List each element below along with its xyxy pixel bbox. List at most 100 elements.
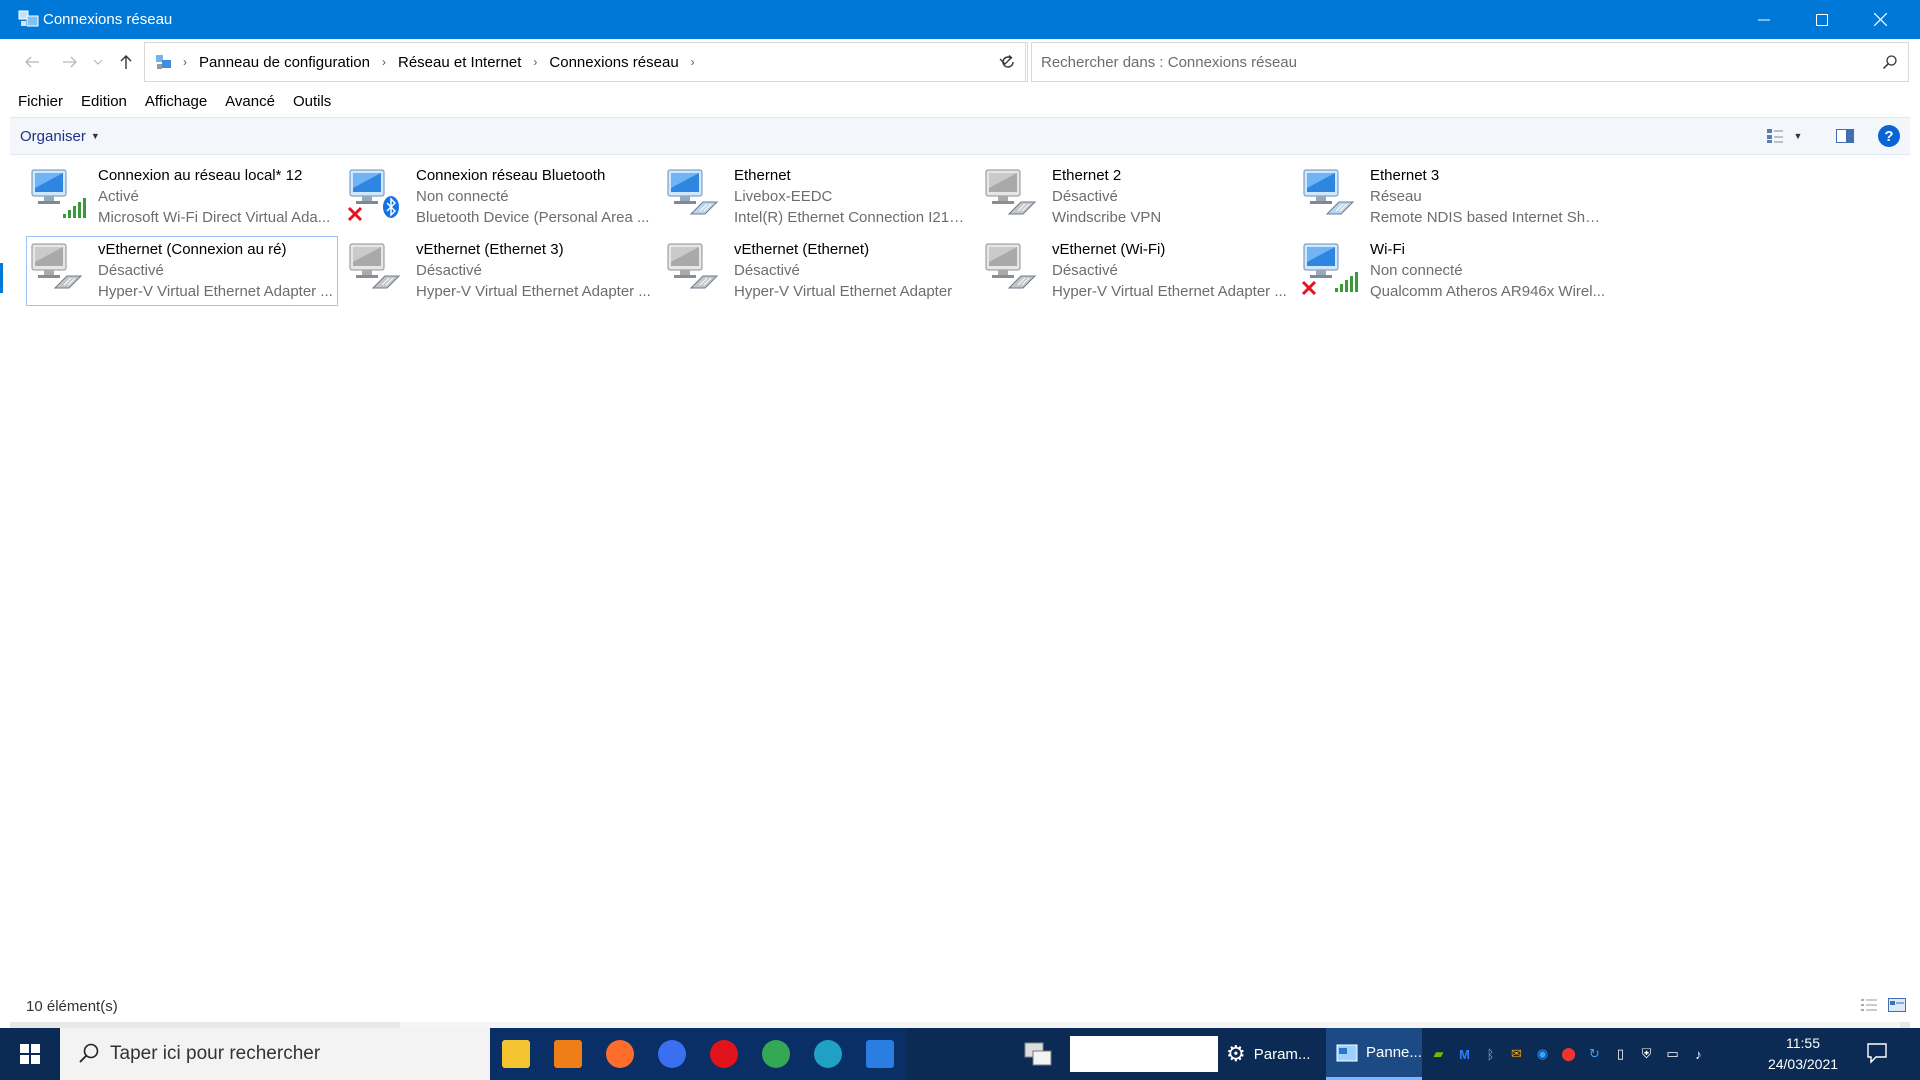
recent-locations-button[interactable]: [90, 50, 106, 74]
taskbar-pinned-app[interactable]: [542, 1028, 594, 1080]
address-bar[interactable]: › Panneau de configuration › Réseau et I…: [144, 42, 1026, 82]
sync-icon[interactable]: ↻: [1586, 1046, 1603, 1063]
taskbar-pinned-app[interactable]: [646, 1028, 698, 1080]
ethernet-adapter-disabled-icon: [667, 243, 719, 289]
network-folder-icon: [156, 55, 171, 69]
chevron-right-icon[interactable]: ›: [687, 55, 699, 69]
connection-tile[interactable]: vEthernet (Wi-Fi) Désactivé Hyper-V Virt…: [980, 236, 1292, 306]
title-bar[interactable]: Connexions réseau: [0, 0, 1920, 39]
up-button[interactable]: [114, 50, 138, 74]
menu-advanced[interactable]: Avancé: [216, 90, 284, 114]
maximize-button[interactable]: [1793, 0, 1851, 39]
connection-tile[interactable]: Connexion au réseau local* 12 Activé Mic…: [26, 162, 338, 232]
close-icon: [1873, 13, 1887, 26]
file-explorer-icon: [502, 1040, 530, 1068]
mail-notify-icon[interactable]: ✉: [1508, 1046, 1525, 1063]
network-status-icon[interactable]: ▭: [1664, 1046, 1681, 1063]
ethernet-adapter-disabled-icon: [349, 243, 401, 289]
taskbar-pinned-app[interactable]: [854, 1028, 906, 1080]
breadcrumb-network-connections[interactable]: Connexions réseau: [541, 54, 686, 71]
taskbar-window-settings-label: Param...: [1253, 1045, 1311, 1063]
taskbar-blank-window[interactable]: [1070, 1036, 1218, 1072]
connection-tile[interactable]: vEthernet (Ethernet) Désactivé Hyper-V V…: [662, 236, 974, 306]
menu-file[interactable]: Fichier: [9, 90, 72, 114]
connection-name: Connexion réseau Bluetooth: [416, 167, 606, 184]
volume-icon[interactable]: ♪: [1690, 1046, 1707, 1063]
connection-name: Connexion au réseau local* 12: [98, 167, 303, 184]
nvidia-icon[interactable]: ▰: [1430, 1046, 1447, 1063]
organise-button[interactable]: Organiser ▼: [20, 118, 100, 154]
taskbar-window-settings[interactable]: ⚙ Param...: [1226, 1028, 1322, 1080]
details-view-icon[interactable]: [1860, 998, 1878, 1012]
connection-tile[interactable]: Ethernet 3 Réseau Remote NDIS based Inte…: [1298, 162, 1610, 232]
refresh-icon: [1001, 54, 1014, 68]
refresh-button[interactable]: [988, 42, 1028, 82]
bluetooth-adapter-icon: [347, 169, 399, 222]
search-box[interactable]: [1031, 42, 1909, 82]
change-view-button[interactable]: [1760, 121, 1790, 151]
address-row: › Panneau de configuration › Réseau et I…: [10, 42, 1910, 82]
taskbar-window-control-panel-label: Panne...: [1366, 1044, 1422, 1061]
connection-name: vEthernet (Ethernet 3): [416, 241, 564, 258]
chevron-right-icon[interactable]: ›: [529, 55, 541, 69]
organise-label: Organiser: [20, 127, 86, 145]
caret-down-icon: ▼: [1793, 131, 1803, 141]
arrow-right-icon: [63, 56, 77, 68]
connection-status: Livebox-EEDC: [734, 188, 833, 205]
bluetooth-icon[interactable]: ᛒ: [1482, 1046, 1499, 1063]
menu-tools[interactable]: Outils: [284, 90, 340, 114]
connection-name: vEthernet (Ethernet): [734, 241, 870, 258]
onedrive-icon[interactable]: ◉: [1534, 1046, 1551, 1063]
close-button[interactable]: [1851, 0, 1909, 39]
connection-tile[interactable]: Connexion réseau Bluetooth Non connecté …: [344, 162, 656, 232]
clock[interactable]: 11:55 24/03/2021: [1760, 1033, 1846, 1075]
taskbar-search-box[interactable]: Taper ici pour rechercher: [60, 1028, 490, 1080]
help-button[interactable]: ?: [1874, 121, 1904, 151]
control-panel-icon: [1336, 1044, 1358, 1061]
action-center-button[interactable]: [1866, 1042, 1888, 1069]
minimize-button[interactable]: [1735, 0, 1793, 39]
start-button[interactable]: [0, 1028, 60, 1080]
chevron-down-icon: [93, 59, 103, 65]
menu-view[interactable]: Affichage: [136, 90, 216, 114]
connection-tile[interactable]: Wi-Fi Non connecté Qualcomm Atheros AR94…: [1298, 236, 1610, 306]
taskbar-window-control-panel[interactable]: Panne...: [1326, 1028, 1422, 1080]
connection-tile[interactable]: vEthernet (Ethernet 3) Désactivé Hyper-V…: [344, 236, 656, 306]
system-tray: ▰ M ᛒ ✉ ◉ ⬤ ↻ ▯ ⛨ ▭ ♪: [1430, 1028, 1707, 1080]
taskbar-pinned-app[interactable]: [594, 1028, 646, 1080]
chevron-right-icon[interactable]: ›: [378, 55, 390, 69]
back-button[interactable]: [20, 50, 44, 74]
breadcrumb-network-internet[interactable]: Réseau et Internet: [390, 54, 529, 71]
item-count: 10 élément(s): [26, 998, 118, 1015]
media-player-icon: [554, 1040, 582, 1068]
taskbar-pinned-app[interactable]: [698, 1028, 750, 1080]
taskbar-pinned-app[interactable]: [750, 1028, 802, 1080]
connection-tile[interactable]: Ethernet Livebox-EEDC Intel(R) Ethernet …: [662, 162, 974, 232]
preview-pane-button[interactable]: [1830, 121, 1860, 151]
edge-icon: [814, 1040, 842, 1068]
antivirus-icon[interactable]: ⬤: [1560, 1046, 1577, 1063]
notification-icon: [1867, 1043, 1887, 1064]
connection-device: Remote NDIS based Internet Shari...: [1370, 209, 1606, 226]
search-icon[interactable]: [1882, 54, 1898, 70]
tiles-view-icon[interactable]: [1888, 998, 1906, 1012]
taskbar-app-network[interactable]: [1012, 1028, 1064, 1080]
breadcrumb-control-panel[interactable]: Panneau de configuration: [191, 54, 378, 71]
taskbar-pinned-app[interactable]: [490, 1028, 542, 1080]
connection-tile[interactable]: Ethernet 2 Désactivé Windscribe VPN: [980, 162, 1292, 232]
connection-text: vEthernet (Ethernet 3) Désactivé Hyper-V…: [416, 239, 652, 302]
connection-text: Ethernet Livebox-EEDC Intel(R) Ethernet …: [734, 165, 970, 228]
firefox-icon: [606, 1040, 634, 1068]
view-options-dropdown[interactable]: ▼: [1790, 121, 1806, 151]
ethernet-adapter-disabled-icon: [985, 243, 1037, 289]
connection-tile[interactable]: vEthernet (Connexion au ré) Désactivé Hy…: [26, 236, 338, 306]
malwarebytes-icon[interactable]: M: [1456, 1046, 1473, 1063]
security-shield-icon[interactable]: ⛨: [1638, 1046, 1655, 1063]
forward-button[interactable]: [58, 50, 82, 74]
usb-icon[interactable]: ▯: [1612, 1046, 1629, 1063]
search-input[interactable]: [1032, 43, 1852, 81]
menu-edit[interactable]: Edition: [72, 90, 136, 114]
wifi-adapter-icon: [1301, 243, 1358, 296]
taskbar-pinned-app[interactable]: [802, 1028, 854, 1080]
arrow-up-icon: [120, 55, 132, 69]
